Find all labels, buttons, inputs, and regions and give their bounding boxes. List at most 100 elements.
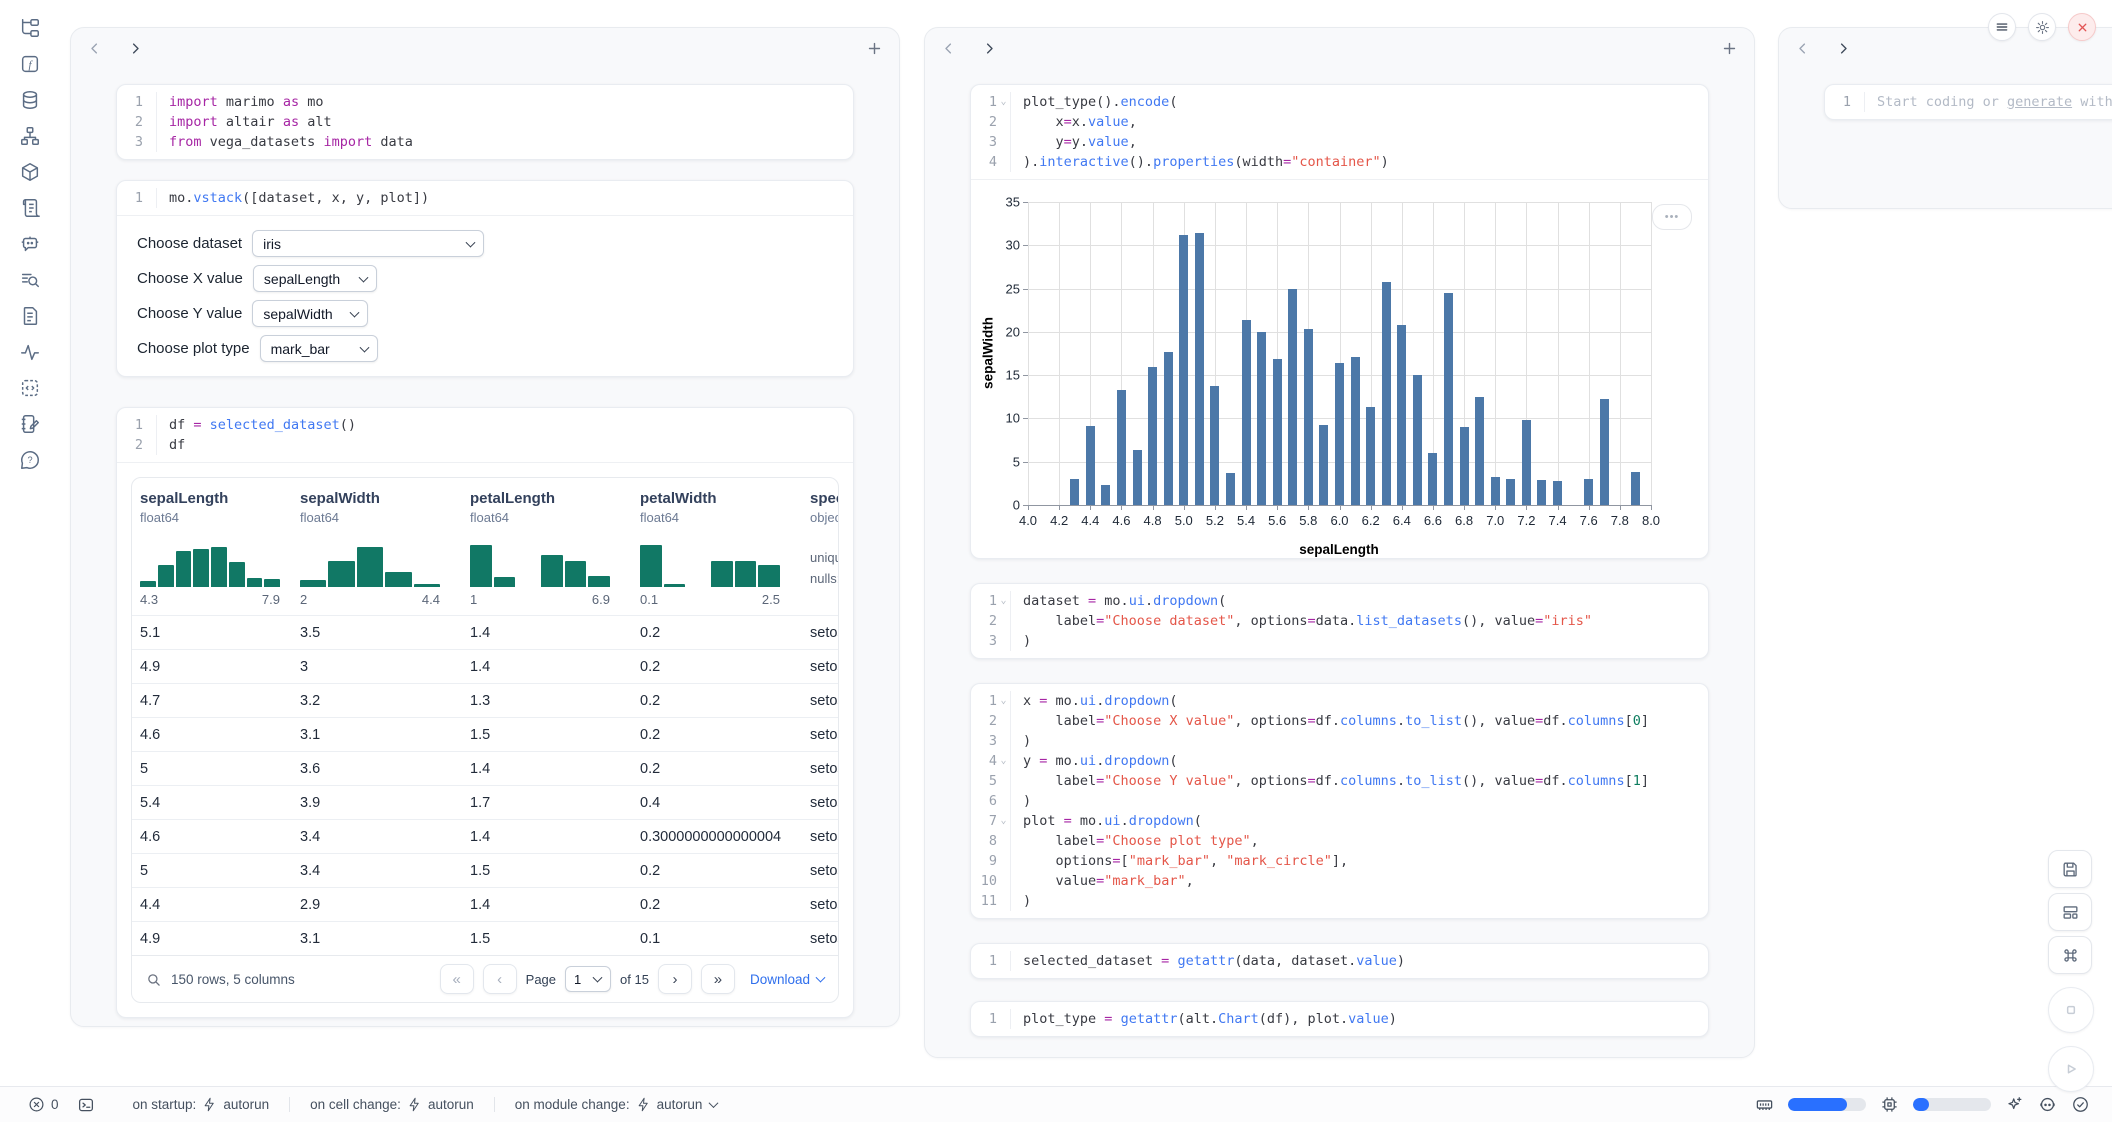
table-row[interactable]: 5.43.91.70.4setosa [132,785,838,819]
code-line: 3 y=y.value, [971,132,1698,152]
cell-imports[interactable]: 1import marimo as mo2import altair as al… [116,84,854,160]
table-header[interactable]: sepalLengthfloat644.37.9sepalWidthfloat6… [132,478,838,615]
menu-button[interactable] [1988,13,2016,41]
runtime-setting[interactable]: on cell change:autorun [289,1097,494,1112]
ai-chat-icon[interactable] [12,232,48,256]
add-cell-button[interactable] [866,40,883,57]
table-row[interactable]: 4.73.21.30.2setosa [132,683,838,717]
code-editor[interactable]: 1 Start coding or generate with [1825,85,2112,119]
outputs-icon[interactable] [12,376,48,400]
code-editor[interactable]: 1mo.vstack([dataset, x, y, plot]) [117,181,853,215]
column-prev-button[interactable] [941,41,956,56]
fold-indicator [997,711,1010,731]
code-editor[interactable]: 1df = selected_dataset()2df [117,408,853,462]
shutdown-button[interactable] [2068,13,2096,41]
editor-placeholder[interactable]: Start coding or generate with [1864,92,2112,112]
packages-icon[interactable] [12,160,48,184]
ai-sparkles-icon[interactable] [2005,1095,2024,1114]
cell-plot[interactable]: 1⌄plot_type().encode(2 x=x.value,3 y=y.v… [970,84,1709,559]
runtime-setting[interactable]: on startup:autorun [113,1097,290,1112]
help-icon[interactable]: ? [12,448,48,472]
line-number: 4 [971,152,997,172]
add-cell-button[interactable] [1721,40,1738,57]
prev-page-button[interactable]: ‹ [483,964,517,994]
cell-new-empty[interactable]: 1 Start coding or generate with [1824,84,2112,120]
tracing-icon[interactable] [12,340,48,364]
functions-icon[interactable]: f [12,52,48,76]
table-column-header[interactable]: petalLengthfloat6416.9 [462,490,632,607]
cell-selected-dataset[interactable]: 1selected_dataset = getattr(data, datase… [970,943,1709,979]
download-button[interactable]: Download [750,972,824,987]
bar-chart[interactable]: sepalWidth sepalLength 4.04.24.44.64.85.… [971,180,1708,558]
table-row[interactable]: 4.63.41.40.3000000000000004setosa [132,819,838,853]
code-editor[interactable]: 1⌄dataset = mo.ui.dropdown(2 label="Choo… [971,584,1708,658]
cell-plot-type[interactable]: 1plot_type = getattr(alt.Chart(df), plot… [970,1001,1709,1037]
save-button[interactable] [2048,850,2092,888]
fold-indicator [143,92,156,112]
runtime-setting[interactable]: on module change:autorun [494,1097,738,1112]
table-column-header[interactable]: petalWidthfloat640.12.5 [632,490,802,607]
snippets-icon[interactable] [12,268,48,292]
scratchpad-icon[interactable] [12,412,48,436]
table-row[interactable]: 5.13.51.40.2setosa [132,615,838,649]
stop-button[interactable] [2048,987,2094,1033]
table-column-header[interactable]: sepalLengthfloat644.37.9 [132,490,292,607]
cell-vstack[interactable]: 1mo.vstack([dataset, x, y, plot]) Choose… [116,180,854,377]
x-tick-label: 5.6 [1268,513,1286,528]
connection-status-icon[interactable] [2071,1095,2090,1114]
page-select[interactable]: 1 [565,966,611,992]
database-icon[interactable] [12,88,48,112]
gridline-x [1620,202,1621,505]
code-text: from vega_datasets import data [156,132,843,152]
column-next-button[interactable] [128,41,143,56]
cell-dataset-dropdown[interactable]: 1⌄dataset = mo.ui.dropdown(2 label="Choo… [970,583,1709,659]
settings-gear-button[interactable] [2028,13,2056,41]
code-line[interactable]: 1 Start coding or generate with [1825,92,2112,112]
column-prev-button[interactable] [1795,41,1810,56]
search-icon[interactable] [146,972,161,987]
code-editor[interactable]: 1⌄plot_type().encode(2 x=x.value,3 y=y.v… [971,85,1708,179]
table-row[interactable]: 4.63.11.50.2setosa [132,717,838,751]
column-dtype: float64 [300,510,462,525]
errors-indicator[interactable]: 0 [28,1096,59,1113]
dependency-graph-icon[interactable] [12,124,48,148]
next-page-button[interactable]: › [658,964,692,994]
run-button[interactable] [2048,1046,2094,1092]
column-next-button[interactable] [982,41,997,56]
x-tick-label: 7.6 [1580,513,1598,528]
last-page-button[interactable]: » [701,964,735,994]
code-editor[interactable]: 1⌄x = mo.ui.dropdown(2 label="Choose X v… [971,684,1708,918]
code-line: 3from vega_datasets import data [117,132,843,152]
logs-icon[interactable] [12,196,48,220]
first-page-button[interactable]: « [440,964,474,994]
table-column-header[interactable]: sepalWidthfloat6424.4 [292,490,462,607]
table-cell: setosa [802,693,839,709]
layout-button[interactable] [2048,893,2092,931]
dataset-dropdown[interactable]: iris [252,230,484,257]
cell-xy-plot-dropdowns[interactable]: 1⌄x = mo.ui.dropdown(2 label="Choose X v… [970,683,1709,919]
cell-dataframe[interactable]: 1df = selected_dataset()2df sepalLengthf… [116,407,854,1018]
code-editor[interactable]: 1plot_type = getattr(alt.Chart(df), plot… [971,1002,1708,1036]
column-prev-button[interactable] [87,41,102,56]
runtime-setting-label: on module change: [515,1097,630,1112]
chart-plot-area[interactable]: sepalWidth sepalLength 4.04.24.44.64.85.… [1028,202,1651,506]
x-value-dropdown[interactable]: sepalLength [253,265,377,292]
fold-indicator [143,112,156,132]
code-editor[interactable]: 1import marimo as mo2import altair as al… [117,85,853,159]
table-row[interactable]: 53.41.50.2setosa [132,853,838,887]
documentation-icon[interactable] [12,304,48,328]
column-next-button[interactable] [1836,41,1851,56]
table-row[interactable]: 53.61.40.2setosa [132,751,838,785]
table-column-header[interactable]: speciesobjectunique:nulls: [802,490,838,607]
table-row[interactable]: 4.931.40.2setosa [132,649,838,683]
terminal-button[interactable] [77,1096,95,1114]
table-row[interactable]: 4.93.11.50.1setosa [132,921,838,955]
plot-type-dropdown[interactable]: mark_bar [260,335,378,362]
keyboard-shortcuts-button[interactable] [2048,936,2092,974]
table-cell: setosa [802,931,839,947]
table-row[interactable]: 4.42.91.40.2setosa [132,887,838,921]
file-tree-icon[interactable] [12,16,48,40]
code-editor[interactable]: 1selected_dataset = getattr(data, datase… [971,944,1708,978]
y-value-dropdown[interactable]: sepalWidth [252,300,368,327]
copilot-icon[interactable] [2038,1095,2057,1114]
